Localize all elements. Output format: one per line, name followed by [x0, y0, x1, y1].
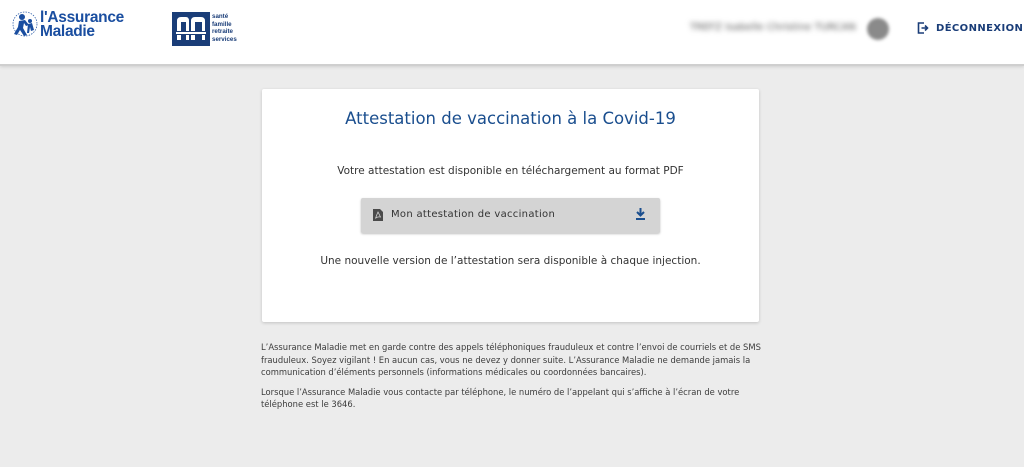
logout-button[interactable]: DÉCONNEXION — [917, 22, 1023, 34]
download-button-label: Mon attestation de vaccination — [391, 209, 556, 220]
attestation-card: Attestation de vaccination à la Covid-19… — [262, 89, 759, 322]
msa-logo-mark-icon — [172, 12, 210, 46]
avatar[interactable] — [867, 18, 889, 40]
assurance-maladie-logo[interactable]: l'Assurance Maladie — [10, 8, 135, 48]
download-icon — [636, 208, 645, 220]
msa-logo[interactable]: santé famille retraite services — [172, 12, 248, 46]
assurance-maladie-emblem-icon — [12, 11, 38, 37]
fraud-warning: L’Assurance Maladie met en garde contre … — [261, 341, 771, 411]
logout-icon — [917, 22, 929, 34]
phone-number-paragraph: Lorsque l’Assurance Maladie vous contact… — [261, 386, 740, 410]
logout-label: DÉCONNEXION — [936, 22, 1024, 34]
fraud-warning-paragraph: L’Assurance Maladie met en garde contre … — [261, 342, 761, 377]
msa-logo-line: services — [212, 35, 237, 43]
header: l'Assurance Maladie santé famille retrai… — [0, 0, 1024, 66]
user-name: TREFZ Isabelle Christine TURCAN — [690, 22, 856, 33]
msa-logo-line: santé — [212, 13, 229, 20]
assurance-maladie-logo-text: l'Assurance Maladie — [40, 9, 124, 40]
page-title: Attestation de vaccination à la Covid-19 — [345, 109, 676, 128]
card-note-text: Une nouvelle version de l’attestation se… — [320, 255, 701, 267]
pdf-icon — [373, 209, 383, 221]
msa-logo-line: famille — [212, 20, 232, 28]
msa-logo-line: retraite — [212, 28, 233, 35]
card-intro-text: Votre attestation est disponible en télé… — [337, 165, 684, 177]
msa-logo-lines: santé famille retraite services — [212, 13, 237, 43]
download-attestation-button[interactable]: Mon attestation de vaccination — [361, 198, 660, 233]
